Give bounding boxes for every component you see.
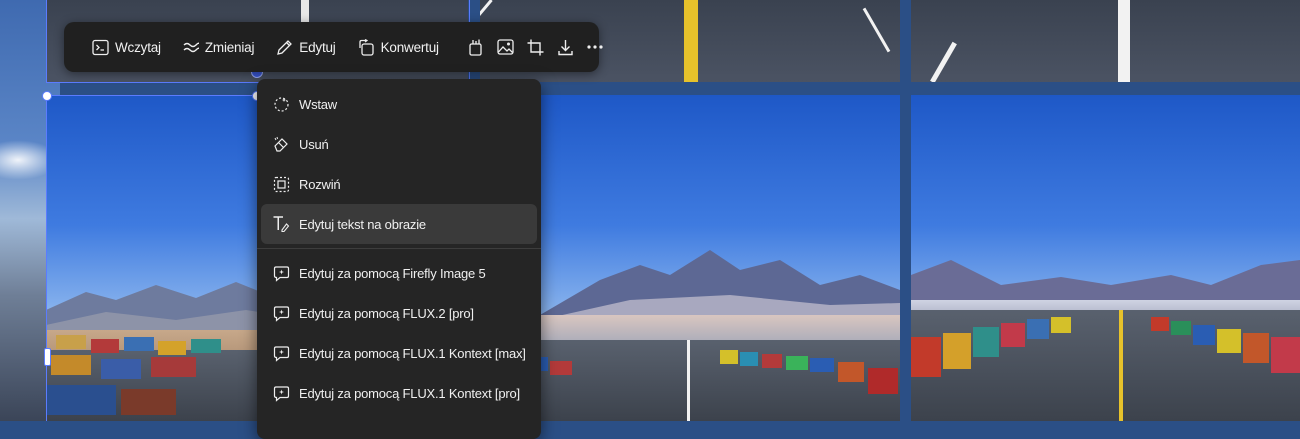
menu-item-label: Wstaw xyxy=(299,96,338,112)
image-tile-2[interactable] xyxy=(480,95,900,421)
convert-icon xyxy=(358,38,375,56)
resize-handle-left[interactable] xyxy=(44,348,51,366)
eraser-icon xyxy=(271,134,291,154)
download-icon[interactable] xyxy=(557,37,574,57)
ai-edit-icon xyxy=(271,303,291,323)
insert-sparkle-icon xyxy=(271,94,291,114)
ai-edit-icon xyxy=(271,343,291,363)
change-button[interactable]: Zmieniaj xyxy=(183,40,254,55)
menu-item-label: Edytuj tekst na obrazie xyxy=(299,216,426,232)
menu-item-label: Edytuj za pomocą FLUX.1 Kontext [max] xyxy=(299,345,526,361)
convert-button[interactable]: Konwertuj xyxy=(358,38,439,56)
expand-icon xyxy=(271,174,291,194)
menu-item-label: Usuń xyxy=(299,136,329,152)
menu-item-edit-text[interactable]: Edytuj tekst na obrazie xyxy=(261,204,537,244)
load-button[interactable]: Wczytaj xyxy=(92,39,161,56)
menu-item-edit-flux1-kontext-max[interactable]: Edytuj za pomocą FLUX.1 Kontext [max] xyxy=(261,333,537,373)
magic-remove-icon[interactable] xyxy=(467,37,484,57)
floating-toolbar: Wczytaj Zmieniaj Edytuj Konwertuj xyxy=(64,22,603,72)
more-options-icon[interactable] xyxy=(587,37,603,57)
menu-item-expand[interactable]: Rozwiń xyxy=(261,164,537,204)
menu-item-label: Edytuj za pomocą Firefly Image 5 xyxy=(299,265,486,281)
convert-label: Konwertuj xyxy=(380,39,439,55)
wave-icon xyxy=(183,40,199,54)
edit-label: Edytuj xyxy=(299,39,336,55)
menu-item-label: Rozwiń xyxy=(299,176,341,192)
menu-item-insert[interactable]: Wstaw xyxy=(261,84,537,124)
crop-icon[interactable] xyxy=(527,37,544,57)
menu-item-label: Edytuj za pomocą FLUX.2 [pro] xyxy=(299,305,474,321)
load-label: Wczytaj xyxy=(115,39,161,55)
edit-button[interactable]: Edytuj xyxy=(276,39,336,56)
menu-item-edit-flux1-kontext-pro[interactable]: Edytuj za pomocą FLUX.1 Kontext [pro] xyxy=(261,373,537,413)
pencil-icon xyxy=(276,39,293,56)
menu-item-remove[interactable]: Usuń xyxy=(261,124,537,164)
selection-frame xyxy=(46,95,258,421)
image-tile-top-3[interactable] xyxy=(911,0,1300,82)
prompt-icon xyxy=(92,39,109,56)
image-icon[interactable] xyxy=(497,37,514,57)
menu-item-edit-flux2-pro[interactable]: Edytuj za pomocą FLUX.2 [pro] xyxy=(261,293,537,333)
edit-dropdown-menu: Wstaw Usuń Rozwiń Edytuj tekst na obrazi… xyxy=(257,79,541,439)
menu-item-label: Edytuj za pomocą FLUX.1 Kontext [pro] xyxy=(299,385,520,401)
ai-edit-icon xyxy=(271,263,291,283)
text-edit-icon xyxy=(271,214,291,234)
menu-item-edit-firefly[interactable]: Edytuj za pomocą Firefly Image 5 xyxy=(261,253,537,293)
resize-handle-top-left[interactable] xyxy=(42,91,52,101)
ai-edit-icon xyxy=(271,383,291,403)
image-tile-3[interactable] xyxy=(911,95,1300,421)
menu-divider xyxy=(257,248,541,249)
change-label: Zmieniaj xyxy=(204,39,255,55)
